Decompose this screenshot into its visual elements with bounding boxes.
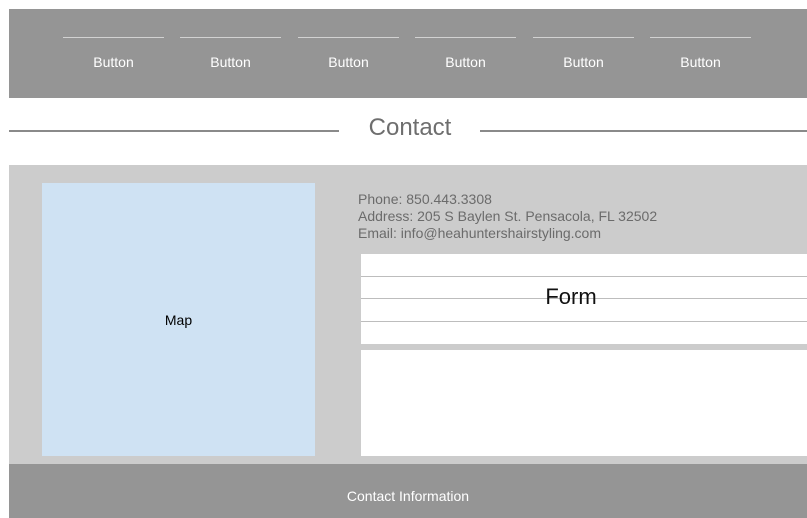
- phone-text: Phone: 850.443.3308: [358, 191, 492, 207]
- contact-info: Phone: 850.443.3308 Address: 205 S Bayle…: [358, 191, 657, 242]
- nav-button-4[interactable]: Button: [415, 37, 516, 77]
- address-text: Address: 205 S Baylen St. Pensacola, FL …: [358, 208, 658, 224]
- heading-rule-left: [9, 130, 339, 132]
- form-field-divider-1: [361, 276, 807, 277]
- contact-form[interactable]: Form: [361, 254, 807, 344]
- nav-button-1[interactable]: Button: [63, 37, 164, 77]
- nav-button-2[interactable]: Button: [180, 37, 281, 77]
- nav-bar: Button Button Button Button Button Butto…: [9, 9, 807, 98]
- nav-button-6[interactable]: Button: [650, 37, 751, 77]
- footer: Contact Information: [9, 464, 807, 518]
- form-field-divider-3: [361, 321, 807, 322]
- message-textarea[interactable]: [361, 350, 807, 456]
- contact-section: Map Phone: 850.443.3308 Address: 205 S B…: [9, 165, 807, 464]
- nav-button-5[interactable]: Button: [533, 37, 634, 77]
- email-text: Email: info@heahuntershairstyling.com: [358, 225, 601, 241]
- heading-rule-right: [480, 130, 807, 132]
- map-placeholder[interactable]: Map: [42, 183, 315, 456]
- page: Button Button Button Button Button Butto…: [0, 0, 807, 518]
- nav-button-3[interactable]: Button: [298, 37, 399, 77]
- page-title: Contact: [368, 114, 452, 141]
- map-label: Map: [164, 311, 193, 328]
- form-title: Form: [545, 284, 597, 309]
- contact-heading: Contact: [0, 112, 807, 148]
- footer-label: Contact Information: [346, 488, 470, 504]
